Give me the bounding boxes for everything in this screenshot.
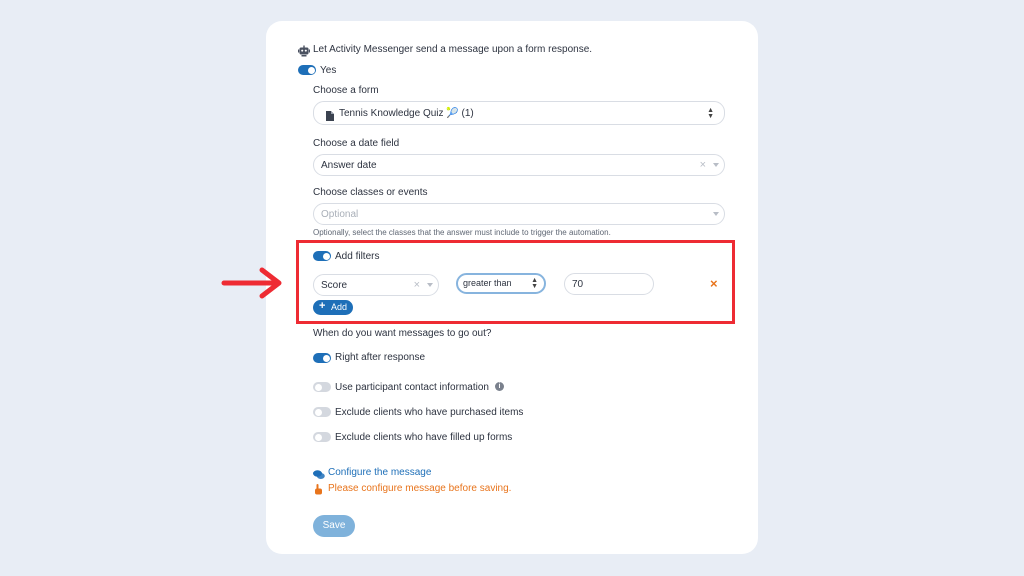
updown-icon: ▲ ▼	[531, 277, 538, 290]
document-icon	[326, 108, 334, 121]
chevron-down-icon	[713, 163, 719, 167]
configure-warning: Please configure message before saving.	[328, 483, 512, 494]
exclude-purchased-label: Exclude clients who have purchased items	[335, 407, 524, 418]
chevron-down-icon	[427, 283, 433, 287]
exclude-forms-toggle[interactable]	[313, 432, 331, 442]
form-select[interactable]: Tennis Knowledge Quiz 🎾 (1) ▲ ▼	[313, 101, 725, 125]
use-contact-label: Use participant contact information	[335, 382, 489, 393]
arrow-right-icon	[220, 266, 286, 300]
form-select-value: Tennis Knowledge Quiz 🎾 (1)	[339, 108, 474, 119]
chevron-down-icon	[713, 212, 719, 216]
right-after-toggle[interactable]	[313, 353, 331, 363]
configure-message-link[interactable]: Configure the message	[328, 467, 431, 478]
timing-question: When do you want messages to go out?	[313, 328, 492, 339]
filter-operator-value: greater than	[463, 278, 512, 288]
save-button[interactable]: Save	[313, 515, 355, 537]
filters-toggle[interactable]	[313, 251, 331, 261]
date-field-value: Answer date	[321, 160, 377, 171]
exclude-purchased-toggle[interactable]	[313, 407, 331, 417]
enable-toggle[interactable]	[298, 65, 316, 75]
pointing-hand-icon	[314, 482, 323, 495]
exclude-forms-label: Exclude clients who have filled up forms	[335, 432, 513, 443]
classes-placeholder: Optional	[321, 209, 359, 220]
date-field-select[interactable]: Answer date ×	[313, 154, 725, 176]
filter-field-value: Score	[321, 280, 348, 291]
plus-icon: +	[319, 300, 326, 312]
add-filter-button[interactable]: + Add	[313, 300, 353, 315]
filter-value-input[interactable]: 70	[564, 273, 654, 295]
add-filter-label: Add	[331, 302, 348, 312]
form-label: Choose a form	[313, 85, 379, 96]
right-after-label: Right after response	[335, 352, 426, 363]
enable-label: Yes	[320, 65, 337, 76]
classes-select[interactable]: Optional	[313, 203, 725, 225]
filter-operator-select[interactable]: greater than ▲ ▼	[456, 273, 546, 294]
clear-icon[interactable]: ×	[700, 159, 706, 171]
clear-icon[interactable]: ×	[414, 279, 420, 291]
updown-icon: ▲ ▼	[707, 107, 714, 120]
date-field-label: Choose a date field	[313, 138, 400, 149]
info-icon[interactable]: i	[495, 382, 504, 391]
robot-icon	[298, 44, 310, 57]
remove-filter-icon[interactable]: ×	[710, 276, 718, 291]
filter-value-text: 70	[572, 279, 584, 290]
chat-icon	[313, 467, 325, 479]
save-button-label: Save	[322, 520, 346, 531]
use-contact-toggle[interactable]	[313, 382, 331, 392]
filter-field-select[interactable]: Score ×	[313, 274, 439, 296]
filters-label: Add filters	[335, 251, 380, 262]
classes-help: Optionally, select the classes that the …	[313, 228, 611, 237]
intro-text: Let Activity Messenger send a message up…	[313, 44, 593, 55]
classes-label: Choose classes or events	[313, 187, 428, 198]
